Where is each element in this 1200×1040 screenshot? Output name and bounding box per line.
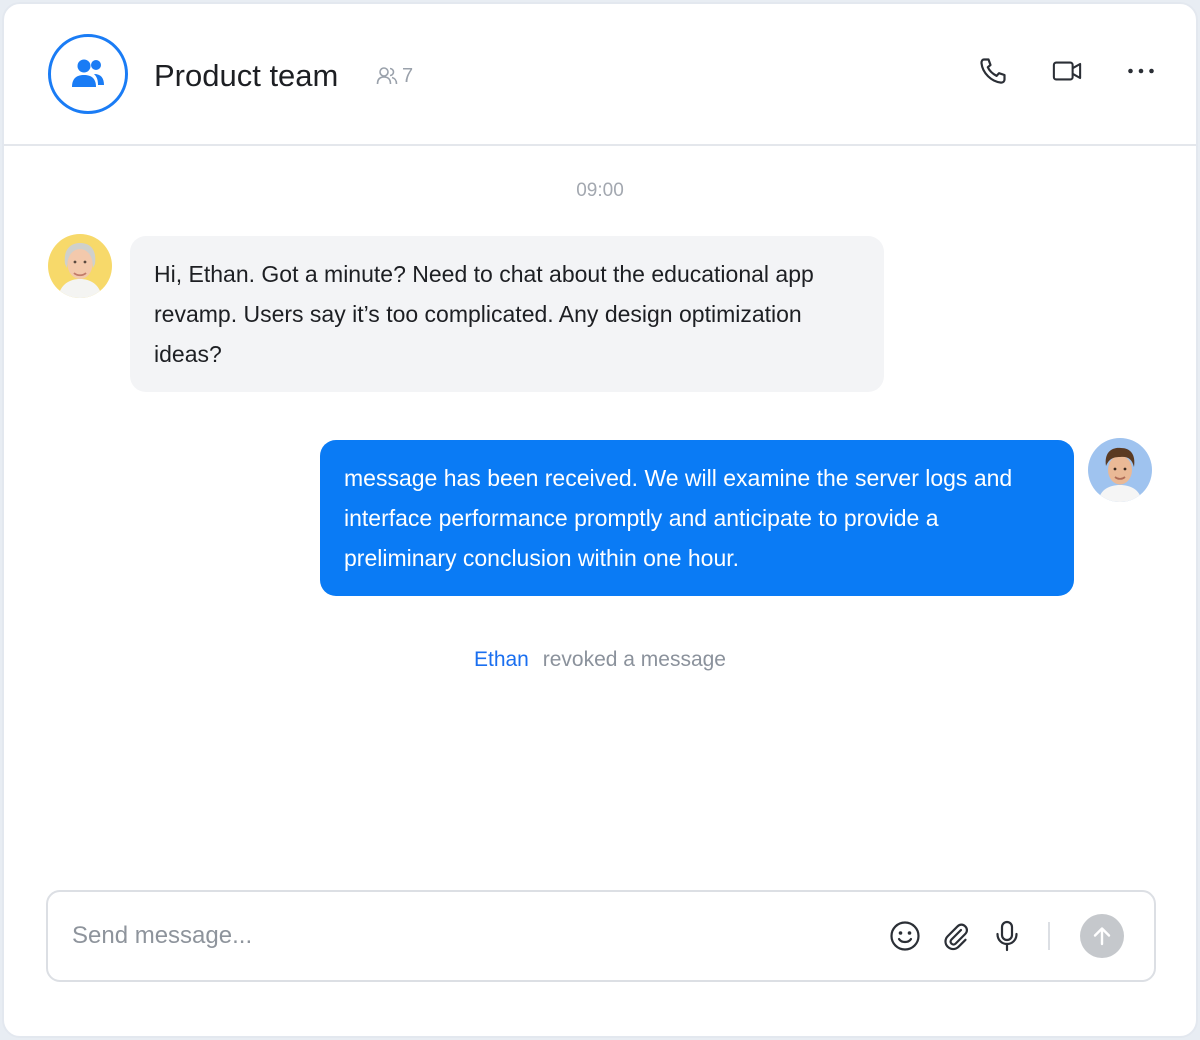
group-users-icon [72, 59, 104, 87]
chat-window: Product team 7 09:00 Hi, Ethan. Got a mi… [2, 2, 1198, 1038]
notice-user-link[interactable]: Ethan [474, 648, 529, 671]
attachment-icon [944, 923, 969, 951]
voice-input-button[interactable] [990, 919, 1024, 953]
header-actions [978, 56, 1156, 86]
member-count-value: 7 [402, 65, 414, 87]
sender-avatar[interactable] [48, 234, 112, 298]
avatar-man-image [1088, 438, 1152, 502]
message-timestamp: 09:00 [576, 180, 624, 201]
chat-header: Product team 7 [4, 4, 1196, 146]
system-notice: Ethan revoked a message [4, 648, 1196, 672]
tools-divider [1048, 922, 1050, 950]
emoji-button[interactable] [888, 919, 922, 953]
send-button[interactable] [1080, 914, 1124, 958]
phone-icon [980, 58, 1006, 84]
message-input[interactable] [72, 914, 832, 958]
incoming-message-bubble[interactable]: Hi, Ethan. Got a minute? Need to chat ab… [130, 236, 884, 392]
arrow-up-icon [1093, 927, 1111, 946]
composer-tools [871, 914, 1124, 958]
voice-call-button[interactable] [978, 56, 1008, 86]
notice-text: revoked a message [542, 648, 726, 671]
video-icon [1052, 61, 1082, 81]
self-avatar[interactable] [1088, 438, 1152, 502]
more-options-button[interactable] [1126, 56, 1156, 86]
outgoing-message-bubble[interactable]: message has been received. We will exami… [320, 440, 1074, 596]
more-icon [1128, 68, 1154, 74]
member-count: 7 [376, 64, 413, 88]
video-call-button[interactable] [1052, 56, 1082, 86]
attach-button[interactable] [939, 919, 973, 953]
avatar-woman-image [48, 234, 112, 298]
members-icon [376, 67, 398, 85]
group-avatar[interactable] [48, 34, 128, 114]
microphone-icon [996, 920, 1018, 952]
message-composer [46, 890, 1156, 982]
chat-title: Product team [154, 58, 339, 93]
emoji-icon [890, 921, 920, 951]
